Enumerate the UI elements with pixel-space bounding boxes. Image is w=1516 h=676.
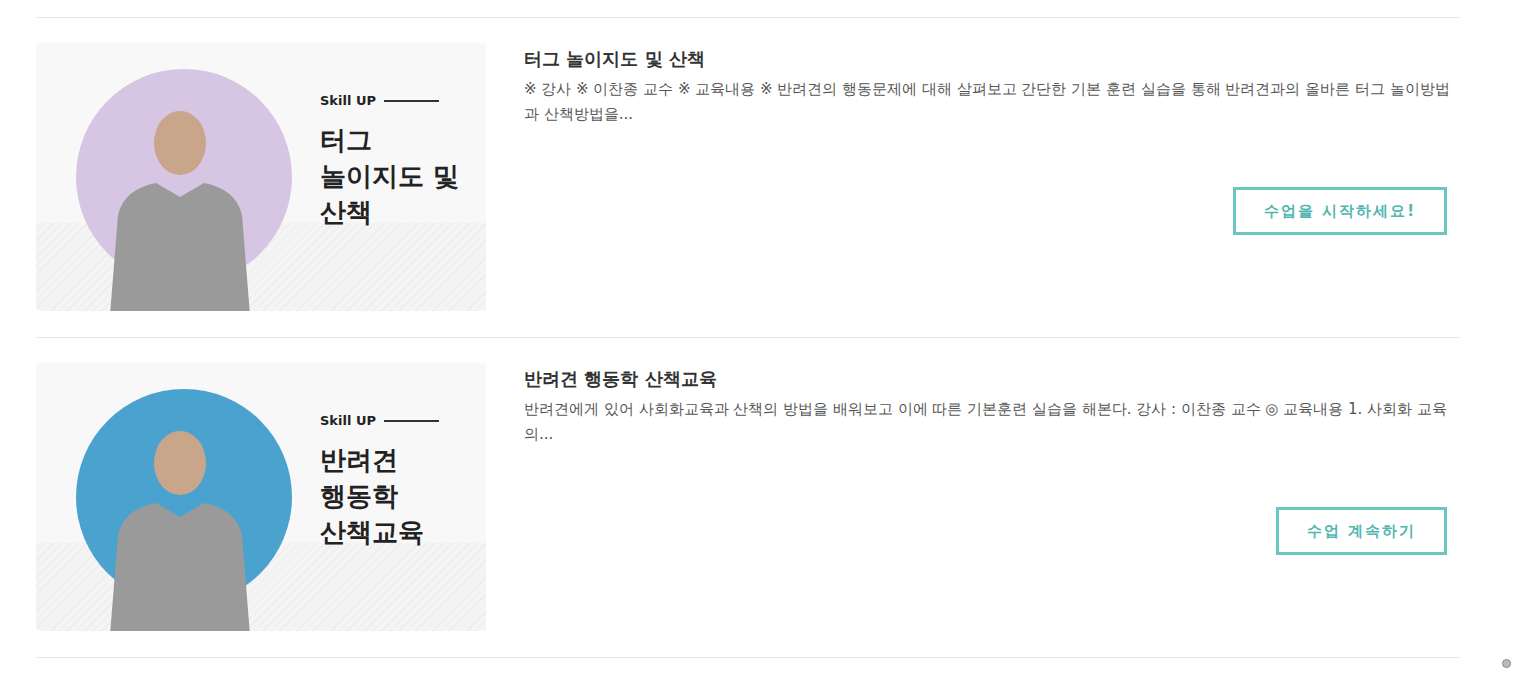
thumbnail-text: Skill UP 터그놀이지도 및산책 bbox=[320, 43, 459, 311]
instructor-photo bbox=[100, 425, 260, 631]
course-info: 반려견 행동학 산책교육반려견에게 있어 사회화교육과 산책의 방법을 배워보고… bbox=[524, 363, 1460, 631]
thumbnail-art bbox=[36, 363, 320, 631]
course-row: Skill UP 반려견행동학산책교육 반려견 행동학 산책교육반려견에게 있어 사… bbox=[36, 338, 1460, 658]
scroll-top-icon[interactable] bbox=[1502, 659, 1511, 668]
thumbnail-tag: Skill UP bbox=[320, 93, 459, 108]
course-thumbnail[interactable]: Skill UP 반려견행동학산책교육 bbox=[36, 363, 486, 631]
thumbnail-text: Skill UP 반려견행동학산책교육 bbox=[320, 363, 439, 631]
course-button[interactable]: 수업 계속하기 bbox=[1276, 507, 1447, 555]
course-title[interactable]: 반려견 행동학 산책교육 bbox=[524, 366, 1460, 392]
course-list-page: Skill UP 터그놀이지도 및산책 터그 놀이지도 및 산책 ※ 강사 ※ 이찬종… bbox=[0, 0, 1516, 676]
thumbnail-title: 터그놀이지도 및산책 bbox=[320, 122, 459, 230]
course-thumbnail[interactable]: Skill UP 터그놀이지도 및산책 bbox=[36, 43, 486, 311]
course-description: ※ 강사 ※ 이찬종 교수 ※ 교육내용 ※ 반려견의 행동문제에 대해 살펴보… bbox=[524, 77, 1460, 127]
course-title[interactable]: 터그 놀이지도 및 산책 bbox=[524, 46, 1460, 72]
course-button[interactable]: 수업을 시작하세요! bbox=[1233, 187, 1447, 235]
thumbnail-tag: Skill UP bbox=[320, 413, 439, 428]
thumbnail-art bbox=[36, 43, 320, 311]
thumbnail-title: 반려견행동학산책교육 bbox=[320, 442, 439, 550]
course-description: 반려견에게 있어 사회화교육과 산책의 방법을 배워보고 이에 따른 기본훈련 … bbox=[524, 397, 1460, 447]
instructor-photo bbox=[100, 105, 260, 311]
course-info: 터그 놀이지도 및 산책 ※ 강사 ※ 이찬종 교수 ※ 교육내용 ※ 반려견의 … bbox=[524, 43, 1460, 311]
course-list: Skill UP 터그놀이지도 및산책 터그 놀이지도 및 산책 ※ 강사 ※ 이찬종… bbox=[36, 17, 1460, 658]
course-row: Skill UP 터그놀이지도 및산책 터그 놀이지도 및 산책 ※ 강사 ※ 이찬종… bbox=[36, 18, 1460, 338]
